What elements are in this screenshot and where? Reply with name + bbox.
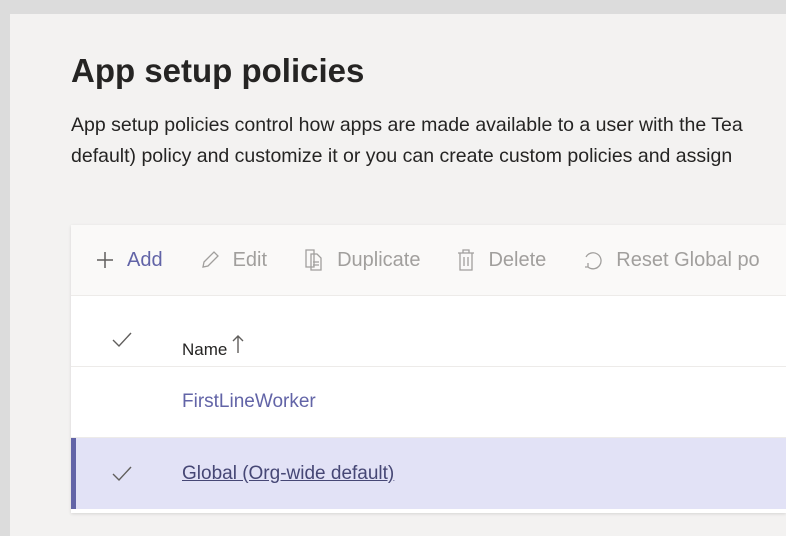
select-all-checkmark-icon[interactable] [111,329,133,351]
edit-button[interactable]: Edit [199,249,267,272]
table-row-selected[interactable]: Global (Org-wide default) [71,438,786,509]
plus-icon [97,252,113,268]
page-description: App setup policies control how apps are … [71,114,743,167]
toolbar: Add Edit Duplicate Delete Reset Global p… [71,225,786,296]
duplicate-button[interactable]: Duplicate [303,248,420,272]
reset-global-policy-button[interactable]: Reset Global po [582,249,760,272]
add-button[interactable]: Add [95,249,163,272]
trash-icon [458,249,475,271]
table-row[interactable]: FirstLineWorker [71,367,786,438]
copy-icon [305,249,322,271]
reset-icon [585,252,602,270]
page-title: App setup policies [71,52,365,89]
main-content: App setup policies App setup policies co… [10,14,786,536]
delete-button[interactable]: Delete [456,248,546,272]
policies-table-card: Add Edit Duplicate Delete Reset Global p… [71,225,786,513]
table-header: Name [71,296,786,367]
policy-name-link[interactable]: FirstLineWorker [182,391,316,413]
row-checkmark-icon[interactable] [111,463,133,485]
policy-name-link[interactable]: Global (Org-wide default) [182,463,394,485]
column-header-name[interactable]: Name [182,334,244,360]
pencil-icon [201,251,219,268]
sort-ascending-icon [232,335,244,353]
